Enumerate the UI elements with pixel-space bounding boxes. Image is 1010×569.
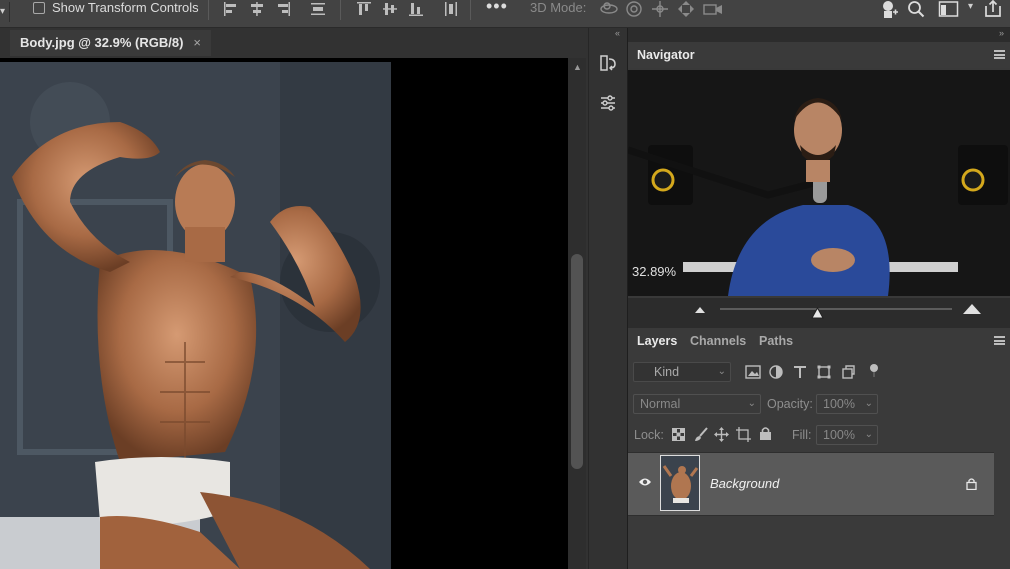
blend-mode-value: Normal: [640, 397, 681, 411]
workspace-layout-icon[interactable]: [938, 0, 960, 18]
distribute-horizontal-icon[interactable]: [442, 0, 460, 18]
lock-label: Lock:: [634, 428, 664, 442]
blend-mode-select[interactable]: Normal ⌄: [633, 394, 761, 414]
zoom-out-icon[interactable]: [694, 306, 706, 314]
layer-name[interactable]: Background: [710, 476, 779, 491]
kind-label: Kind: [654, 365, 680, 379]
layer-row-background[interactable]: Background: [628, 452, 994, 516]
navigator-thumbnail: [628, 70, 1010, 296]
lock-row: Lock: Fill: 100% ⌄: [628, 420, 1010, 450]
layer-visibility-eye-icon[interactable]: [638, 477, 652, 487]
layers-panel-header: Layers Channels Paths: [628, 328, 1010, 354]
chevron-down-icon: ⌄: [717, 366, 726, 377]
fill-value: 100%: [823, 428, 855, 442]
pan-3d-icon[interactable]: [651, 0, 669, 18]
history-icon: [600, 55, 616, 71]
align-horizontal-centers-icon[interactable]: [248, 0, 266, 18]
align-left-edges-icon[interactable]: [222, 0, 240, 18]
workspace-chevron-down-icon[interactable]: ▾: [968, 1, 973, 12]
adjustments-sliders-icon: [601, 95, 615, 111]
divider: [340, 0, 341, 20]
scrollbar-thumb[interactable]: [571, 254, 583, 469]
align-bottom-edges-icon[interactable]: [407, 0, 425, 18]
lock-transparent-pixels-icon[interactable]: [672, 428, 685, 441]
collapse-panels-icon[interactable]: «: [615, 28, 620, 38]
history-panel-button[interactable]: [593, 48, 623, 78]
layer-thumbnail-image: [661, 456, 699, 510]
lock-artboard-icon[interactable]: [736, 427, 751, 442]
bodybuilder-photo: [0, 62, 391, 569]
divider: [470, 0, 471, 20]
more-options-icon[interactable]: •••: [486, 0, 508, 17]
layer-filter-row: Kind ⌄: [628, 354, 1010, 388]
document-tab-title: Body.jpg @ 32.9% (RGB/8): [20, 35, 184, 50]
right-panel-column: » Navigator 32.89% Layers Channels Paths…: [627, 28, 1010, 569]
roll-3d-icon[interactable]: [625, 0, 643, 18]
tab-paths[interactable]: Paths: [750, 328, 802, 354]
navigator-panel-header: Navigator: [628, 42, 1010, 68]
blend-mode-row: Normal ⌄ Opacity: 100% ⌄: [628, 388, 1010, 420]
scale-3d-camera-icon[interactable]: [702, 0, 724, 18]
filter-type-layers-icon[interactable]: [793, 365, 807, 379]
filter-pixel-layers-icon[interactable]: [745, 365, 761, 379]
align-vertical-centers-icon[interactable]: [381, 0, 399, 18]
collapse-right-panels-icon[interactable]: »: [999, 28, 1004, 38]
lock-all-icon[interactable]: [759, 426, 772, 441]
document-tab-strip: Body.jpg @ 32.9% (RGB/8) ×: [0, 28, 588, 58]
opacity-input[interactable]: 100% ⌄: [816, 394, 878, 414]
chevron-down-icon: ⌄: [864, 398, 873, 409]
tab-channels[interactable]: Channels: [681, 328, 755, 354]
navigator-zoom-value[interactable]: 32.89%: [632, 264, 676, 279]
navigator-panel-menu-icon[interactable]: [994, 50, 1005, 59]
filter-smart-objects-icon[interactable]: [841, 365, 855, 379]
tool-preset-chevron-icon[interactable]: ▾: [0, 2, 10, 22]
document-canvas[interactable]: [0, 58, 568, 569]
options-bar: ▾ Show Transform Controls ••• 3D Mode: ▾: [0, 0, 1010, 28]
divider: [208, 0, 209, 20]
collapsed-panel-strip: «: [588, 28, 626, 569]
layers-panel: Kind ⌄ Normal ⌄ Opacity: 100% ⌄ Lock: Fi…: [628, 354, 1010, 569]
tab-layers[interactable]: Layers: [628, 328, 687, 354]
canvas-image: [0, 62, 391, 569]
zoom-in-icon[interactable]: [962, 303, 982, 315]
layer-locked-icon[interactable]: [966, 477, 977, 490]
distribute-vertical-icon[interactable]: [309, 0, 327, 18]
show-transform-controls-checkbox[interactable]: [33, 2, 45, 14]
orbit-3d-icon[interactable]: [598, 0, 620, 18]
show-transform-controls-label: Show Transform Controls: [52, 0, 199, 15]
opacity-value: 100%: [823, 397, 855, 411]
close-tab-icon[interactable]: ×: [193, 35, 201, 50]
navigator-zoom-slider[interactable]: [720, 308, 952, 310]
adjustments-panel-button[interactable]: [593, 88, 623, 118]
lock-position-move-icon[interactable]: [714, 427, 729, 442]
canvas-vertical-scrollbar[interactable]: ▲: [568, 58, 586, 569]
fill-label: Fill:: [792, 428, 812, 442]
filter-shape-layers-icon[interactable]: [817, 365, 831, 379]
navigator-panel: [628, 68, 1010, 298]
filter-toggle-icon[interactable]: [869, 364, 879, 378]
align-top-edges-icon[interactable]: [355, 0, 373, 18]
navigator-preview[interactable]: [628, 70, 1010, 296]
zoom-slider-thumb[interactable]: [811, 307, 824, 319]
document-tab[interactable]: Body.jpg @ 32.9% (RGB/8) ×: [10, 30, 211, 56]
3d-mode-label: 3D Mode:: [530, 0, 587, 15]
slide-3d-icon[interactable]: [677, 0, 695, 18]
layers-panel-menu-icon[interactable]: [994, 336, 1005, 345]
search-icon[interactable]: [907, 0, 925, 18]
lock-image-pixels-brush-icon[interactable]: [694, 427, 708, 442]
align-right-edges-icon[interactable]: [274, 0, 292, 18]
opacity-label: Opacity:: [767, 397, 813, 411]
layer-filter-kind-select[interactable]: Kind ⌄: [633, 362, 731, 382]
fill-input[interactable]: 100% ⌄: [816, 425, 878, 445]
share-export-icon[interactable]: [983, 0, 1003, 18]
chevron-down-icon: ⌄: [747, 398, 756, 409]
chevron-down-icon: ⌄: [864, 429, 873, 440]
share-user-icon[interactable]: [879, 0, 899, 18]
scroll-up-icon[interactable]: ▲: [573, 62, 582, 72]
tab-navigator[interactable]: Navigator: [628, 42, 704, 68]
layer-thumbnail: [660, 455, 700, 511]
filter-adjustment-layers-icon[interactable]: [769, 365, 783, 379]
